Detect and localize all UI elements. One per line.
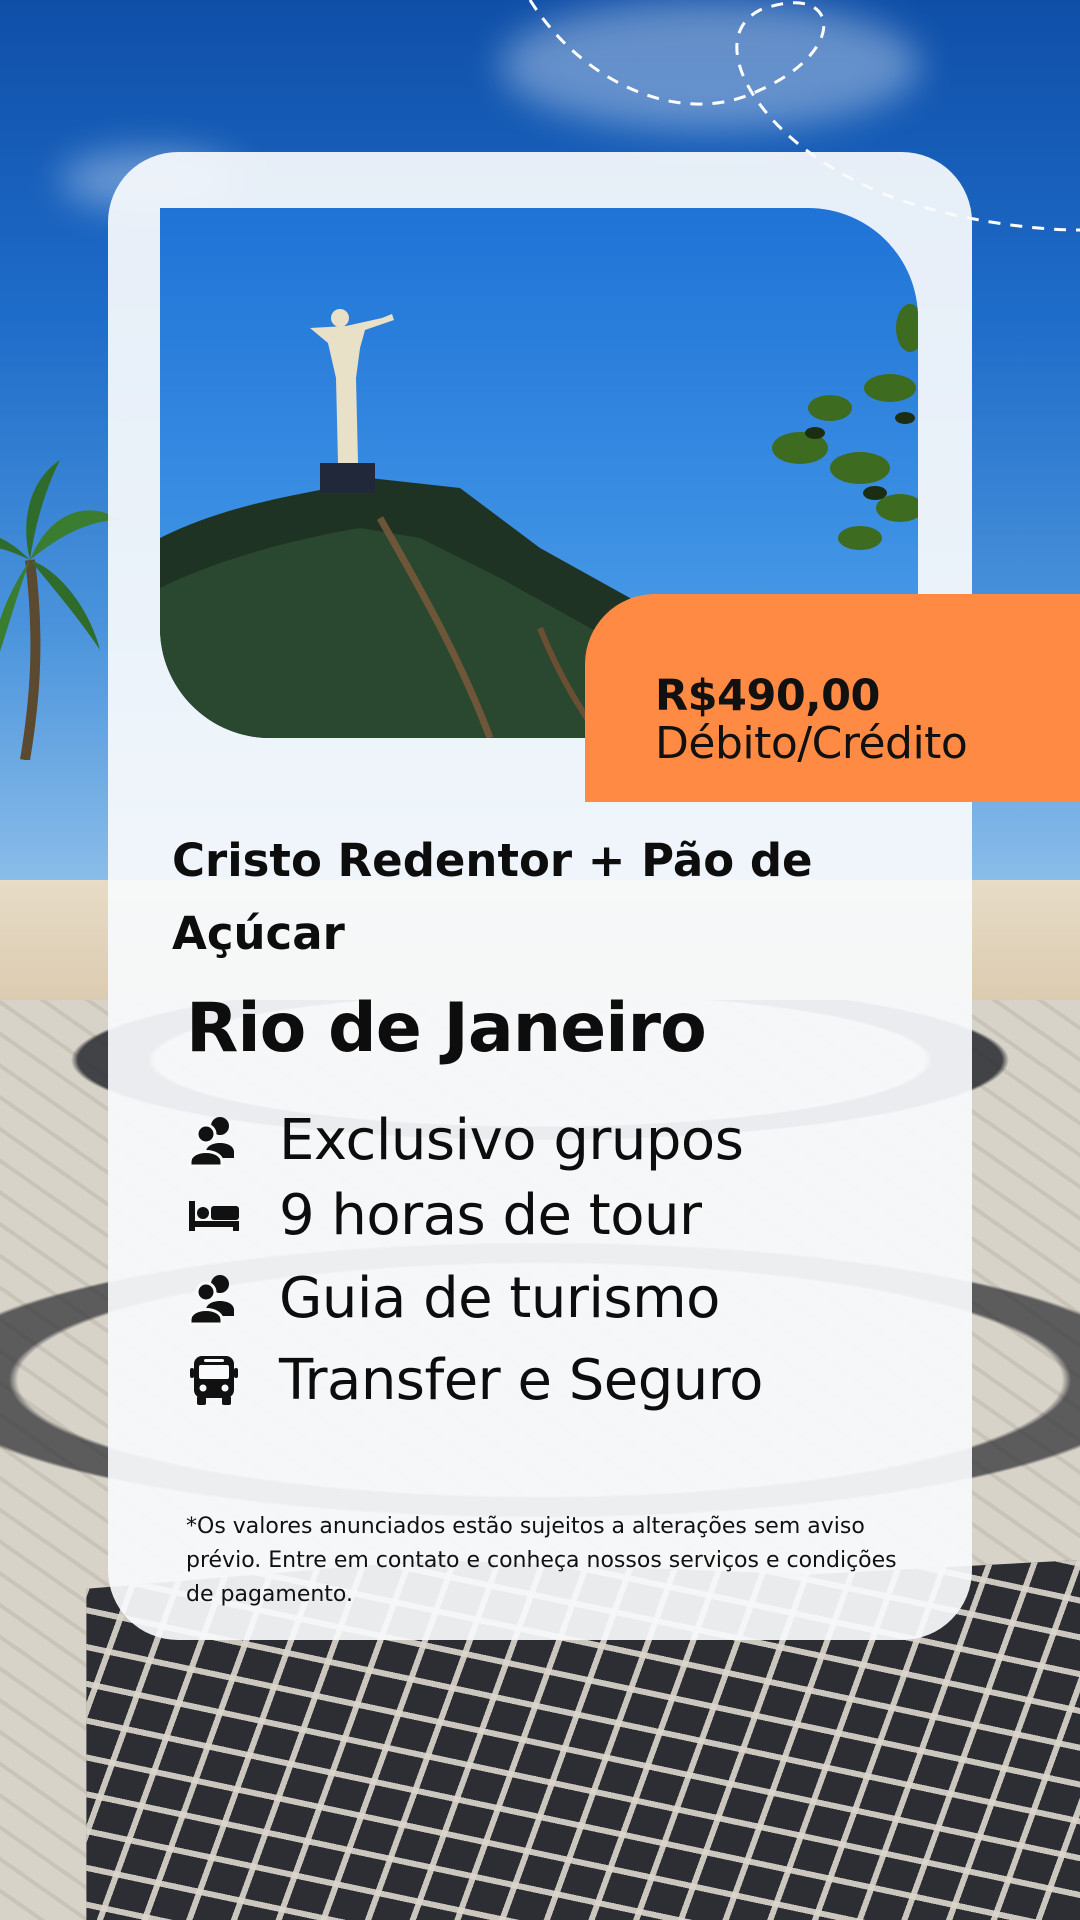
palm-tree-icon xyxy=(0,460,120,760)
city-name: Rio de Janeiro xyxy=(186,989,707,1068)
disclaimer-text: *Os valores anunciados estão sujeitos a … xyxy=(186,1514,897,1607)
feature-label: Transfer e Seguro xyxy=(279,1347,763,1413)
feature-item-guide: Guia de turismo xyxy=(186,1258,906,1338)
feature-label: 9 horas de tour xyxy=(279,1182,702,1248)
feature-label: Guia de turismo xyxy=(279,1265,720,1331)
tour-title: Cristo Redentor + Pão de Açúcar xyxy=(172,834,813,960)
group-icon xyxy=(186,1270,242,1326)
bed-icon xyxy=(186,1187,242,1243)
feature-item-transfer: Transfer e Seguro xyxy=(186,1340,906,1420)
payment-methods: Débito/Crédito xyxy=(655,718,968,769)
feature-label: Exclusivo grupos xyxy=(279,1107,744,1173)
group-icon xyxy=(186,1112,242,1168)
price: R$490,00 xyxy=(655,671,880,721)
feature-item-groups: Exclusivo grupos xyxy=(186,1100,906,1180)
feature-item-duration: 9 horas de tour xyxy=(186,1175,906,1255)
bus-icon xyxy=(186,1352,242,1408)
